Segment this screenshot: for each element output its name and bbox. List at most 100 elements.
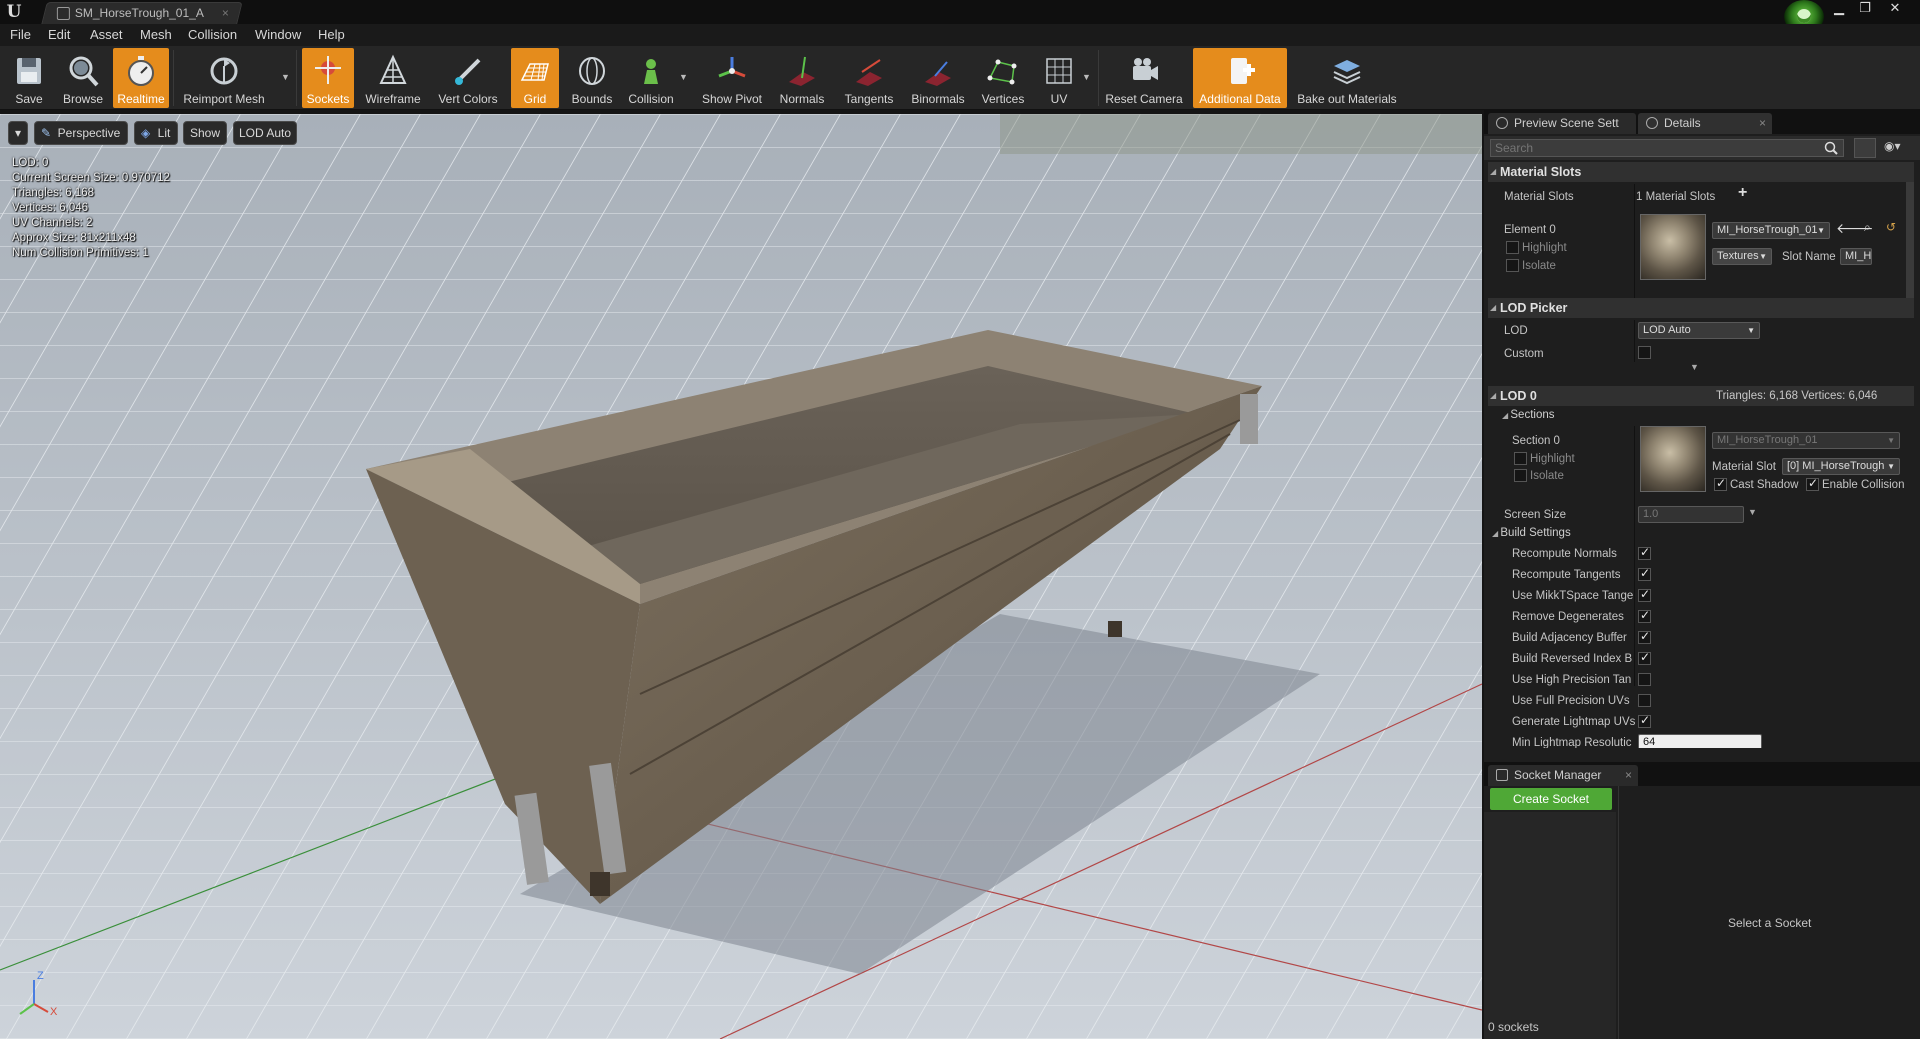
vert-colors-button[interactable]: Vert Colors: [432, 48, 504, 108]
mikktspace-checkbox[interactable]: [1638, 587, 1651, 602]
category-lod-picker[interactable]: LOD Picker: [1488, 298, 1914, 318]
close-details-tab-icon[interactable]: ×: [1759, 113, 1766, 133]
reimport-mesh-button[interactable]: Reimport Mesh: [178, 48, 270, 108]
stat-vertices: Vertices: 6,046: [12, 202, 89, 214]
socket-list[interactable]: [1484, 812, 1616, 1039]
cast-shadow-checkbox[interactable]: [1714, 476, 1727, 491]
recompute-tangents-checkbox[interactable]: [1638, 566, 1651, 581]
min-lightmap-input[interactable]: 64: [1638, 734, 1762, 748]
additional-data-icon: [1231, 58, 1255, 84]
reset-to-default-icon[interactable]: ↺: [1886, 220, 1896, 234]
full-precision-uvs-checkbox[interactable]: [1638, 694, 1651, 707]
build-row-label: Remove Degenerates: [1512, 611, 1624, 623]
custom-checkbox[interactable]: [1638, 346, 1651, 359]
tab-preview-scene-settings[interactable]: Preview Scene Sett: [1488, 113, 1636, 134]
reversed-index-checkbox[interactable]: [1638, 650, 1651, 665]
restore-button[interactable]: ❐: [1852, 0, 1878, 18]
preview-viewport[interactable]: ▾ ✎ Perspective ◈ Lit Show LOD Auto LOD:…: [0, 114, 1482, 1039]
lod-dropdown[interactable]: LOD Auto ▼: [1638, 322, 1760, 339]
additional-data-button[interactable]: Additional Data: [1193, 48, 1287, 108]
details-scrollbar[interactable]: [1906, 162, 1914, 316]
category-material-slots[interactable]: Material Slots: [1488, 162, 1914, 182]
property-matrix-icon[interactable]: [1854, 138, 1876, 158]
asset-tab[interactable]: SM_HorseTrough_01_A ×: [41, 2, 243, 24]
bounds-button[interactable]: Bounds: [566, 48, 618, 108]
show-pivot-button[interactable]: Show Pivot: [696, 48, 768, 108]
enable-collision-checkbox[interactable]: [1806, 476, 1819, 491]
screen-size-input[interactable]: 1.0: [1638, 506, 1744, 523]
high-precision-tangents-checkbox[interactable]: [1638, 673, 1651, 686]
add-material-slot-icon[interactable]: +: [1738, 185, 1747, 201]
reimport-dropdown-icon[interactable]: ▼: [281, 72, 290, 82]
stat-screen-size: Current Screen Size: 0.970712: [12, 172, 170, 184]
normals-button[interactable]: Normals: [773, 48, 831, 108]
tab-details[interactable]: Details ×: [1638, 113, 1772, 134]
section-material-selector[interactable]: MI_HorseTrough_01 ▼: [1712, 432, 1900, 449]
perspective-button[interactable]: ✎ Perspective: [34, 121, 128, 145]
sockets-button[interactable]: Sockets: [302, 48, 354, 108]
browse-button[interactable]: Browse: [56, 48, 110, 108]
vert-colors-icon: [455, 58, 481, 85]
highlight-checkbox[interactable]: [1506, 241, 1519, 254]
adjacency-buffer-checkbox[interactable]: [1638, 629, 1651, 644]
collision-dropdown-icon[interactable]: ▼: [679, 72, 688, 82]
isolate-checkbox[interactable]: [1506, 259, 1519, 272]
recompute-normals-checkbox[interactable]: [1638, 545, 1651, 560]
slot-name-input[interactable]: MI_H: [1840, 248, 1872, 265]
uv-button[interactable]: UV: [1034, 48, 1084, 108]
section-isolate-checkbox[interactable]: [1514, 469, 1527, 482]
unreal-logo-icon[interactable]: U: [4, 2, 24, 22]
min-lightmap-label: Min Lightmap Resolutic: [1512, 737, 1632, 748]
realtime-button[interactable]: Realtime: [113, 48, 169, 108]
screen-size-dropdown-icon[interactable]: ▼: [1748, 507, 1757, 517]
sections-label[interactable]: ◢ Sections: [1502, 408, 1554, 423]
menu-mesh[interactable]: Mesh: [140, 24, 172, 46]
close-window-button[interactable]: ✕: [1882, 0, 1908, 18]
menu-window[interactable]: Window: [255, 24, 301, 46]
show-button[interactable]: Show: [183, 121, 227, 145]
enable-collision-label: Enable Collision: [1822, 479, 1905, 491]
browse-asset-icon[interactable]: ⌕: [1864, 220, 1871, 235]
binormals-button[interactable]: Binormals: [904, 48, 972, 108]
collision-button[interactable]: Collision: [622, 48, 680, 108]
save-button[interactable]: Save: [2, 48, 56, 108]
minimize-button[interactable]: ▁: [1826, 0, 1852, 18]
reset-camera-button[interactable]: Reset Camera: [1102, 48, 1186, 108]
close-socket-tab-icon[interactable]: ×: [1625, 765, 1632, 785]
textures-dropdown[interactable]: Textures ▼: [1712, 248, 1772, 265]
menu-file[interactable]: File: [10, 24, 31, 46]
tab-close-icon[interactable]: ×: [222, 3, 229, 24]
details-content: Material Slots Material Slots 1 Material…: [1484, 162, 1920, 748]
menu-collision[interactable]: Collision: [188, 24, 237, 46]
material-selector[interactable]: MI_HorseTrough_01 ▼: [1712, 222, 1830, 239]
visibility-eye-icon[interactable]: ◉▾: [1884, 139, 1901, 153]
viewport-options-button[interactable]: ▾: [8, 121, 28, 145]
lit-button[interactable]: ◈ Lit: [134, 121, 178, 145]
build-settings-label[interactable]: ◢ Build Settings: [1492, 526, 1571, 541]
material-slot-dropdown[interactable]: [0] MI_HorseTrough ▼: [1782, 458, 1900, 475]
material-thumbnail[interactable]: [1640, 214, 1706, 280]
details-search-input[interactable]: [1490, 139, 1844, 157]
menu-asset[interactable]: Asset: [90, 24, 123, 46]
remove-degenerates-checkbox[interactable]: [1638, 608, 1651, 623]
tangents-button[interactable]: Tangents: [838, 48, 900, 108]
uv-dropdown-icon[interactable]: ▼: [1082, 72, 1091, 82]
vertices-button[interactable]: Vertices: [976, 48, 1030, 108]
tab-preview-label: Preview Scene Sett: [1514, 116, 1619, 130]
search-icon[interactable]: [1824, 141, 1838, 155]
create-socket-button[interactable]: Create Socket: [1490, 788, 1612, 810]
lod-auto-button[interactable]: LOD Auto: [233, 121, 297, 145]
generate-lightmap-uvs-checkbox[interactable]: [1638, 713, 1651, 728]
details-panel: Preview Scene Sett Details × ◉▾ Material…: [1484, 110, 1920, 1039]
chevron-down-icon: ▼: [1887, 462, 1895, 471]
expand-advanced-icon[interactable]: ▼: [1690, 362, 1699, 372]
menu-help[interactable]: Help: [318, 24, 345, 46]
section-highlight-checkbox[interactable]: [1514, 452, 1527, 465]
toolbar-separator: [1098, 50, 1099, 106]
grid-button[interactable]: Grid: [511, 48, 559, 108]
menu-edit[interactable]: Edit: [48, 24, 70, 46]
section-material-thumbnail[interactable]: [1640, 426, 1706, 492]
tab-socket-manager[interactable]: Socket Manager ×: [1488, 765, 1638, 786]
wireframe-button[interactable]: Wireframe: [360, 48, 426, 108]
bake-out-materials-button[interactable]: Bake out Materials: [1292, 48, 1402, 108]
